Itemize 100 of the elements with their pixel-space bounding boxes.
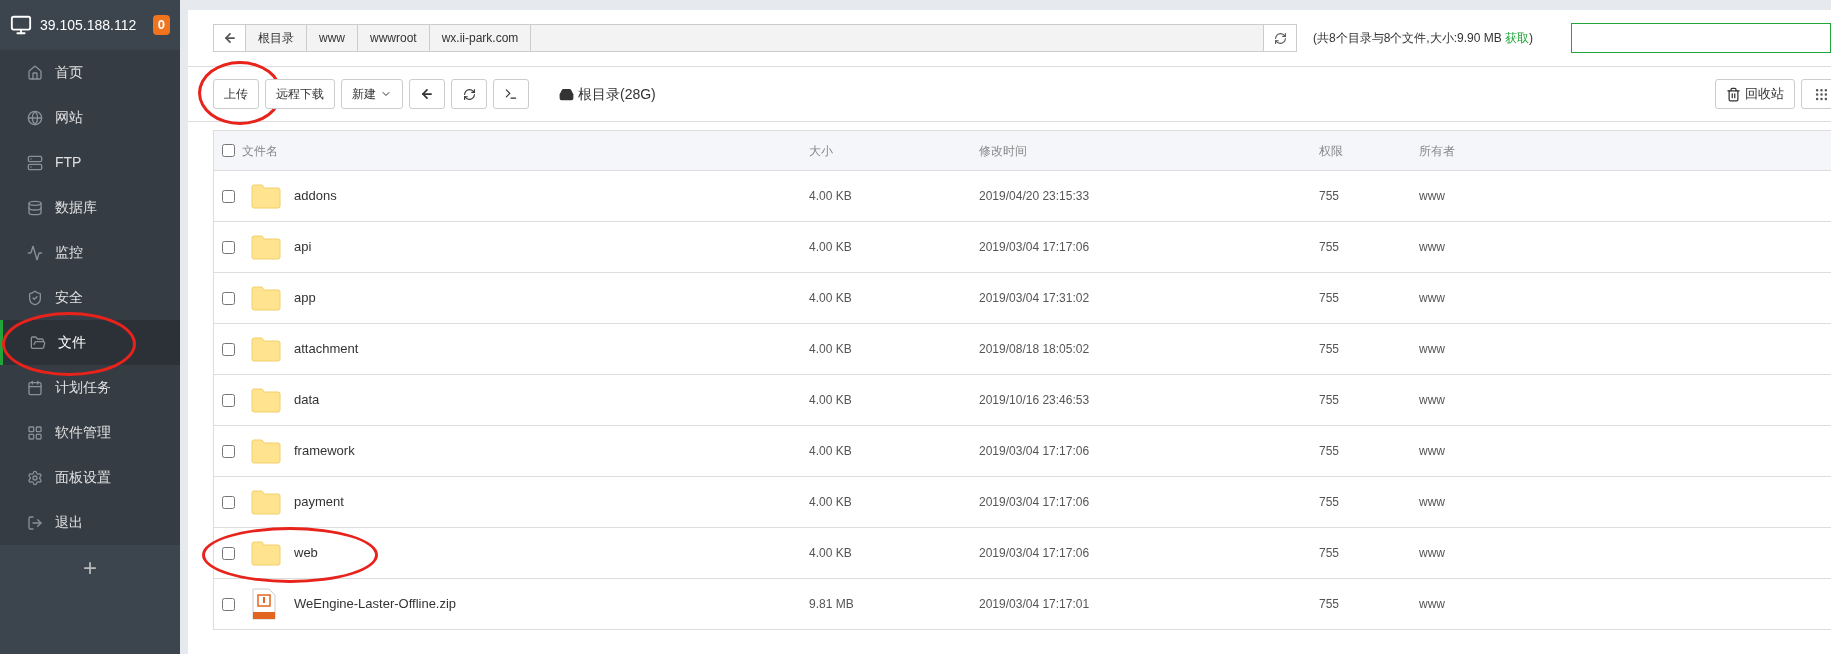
row-checkbox[interactable]	[221, 495, 235, 509]
drive-icon	[559, 86, 574, 102]
table-cell-text: www	[1419, 545, 1446, 562]
table-cell-text: 2019/03/04 17:17:06	[979, 239, 1091, 256]
row-checkbox[interactable]	[221, 291, 235, 305]
table-cell-text: 755	[1319, 494, 1341, 511]
file-name[interactable]: framework	[294, 441, 809, 461]
row-checkbox[interactable]	[221, 597, 235, 611]
table-cell-text: 2019/03/04 17:17:06	[979, 494, 1091, 511]
table-cell-text: 755	[1319, 341, 1341, 358]
trash-icon	[1726, 86, 1741, 102]
file-name[interactable]: web	[294, 543, 809, 563]
sidebar-item[interactable]: 退出	[0, 500, 180, 545]
file-name[interactable]: api	[294, 237, 809, 257]
toolbar-button[interactable]: 上传	[213, 79, 259, 109]
table-cell-text: www	[1419, 188, 1446, 205]
breadcrumb-link[interactable]: 根目录	[246, 25, 307, 51]
folder-icon	[251, 489, 281, 515]
folder-icon	[251, 438, 281, 464]
refresh-icon	[1273, 31, 1287, 45]
column-header: 大小	[809, 142, 834, 160]
table-cell-text: 4.00 KB	[809, 392, 853, 409]
table-cell-text: www	[1419, 239, 1446, 256]
row-checkbox[interactable]	[221, 189, 235, 203]
summary-close: )	[1529, 31, 1534, 45]
sidebar-item[interactable]: 面板设置	[0, 455, 180, 500]
table-cell-text: 4.00 KB	[809, 239, 853, 256]
grid-view-button[interactable]	[1801, 79, 1831, 109]
file-name[interactable]: addons	[294, 186, 809, 206]
table-cell-text: 4.00 KB	[809, 494, 853, 511]
table-cell-text: 755	[1319, 443, 1341, 460]
server-ip: 39.105.188.112	[40, 15, 137, 35]
server-icon	[27, 154, 43, 171]
toolbar-button[interactable]: 远程下载	[265, 79, 335, 109]
table-cell-text: www	[1419, 494, 1446, 511]
table-cell-text: 755	[1319, 596, 1341, 613]
back-icon	[420, 87, 434, 101]
refresh-button[interactable]	[451, 79, 487, 109]
terminal-icon	[504, 87, 518, 101]
sidebar-item[interactable]: 软件管理	[0, 410, 180, 455]
grid-icon	[1813, 86, 1829, 102]
file-name[interactable]: data	[294, 390, 809, 410]
sidebar-item[interactable]: 首页	[0, 50, 180, 95]
folder-icon	[251, 285, 281, 311]
folder-icon	[251, 183, 281, 209]
select-all-checkbox[interactable]	[221, 144, 235, 157]
row-checkbox[interactable]	[221, 444, 235, 458]
row-checkbox[interactable]	[221, 342, 235, 356]
table-cell-text: 755	[1319, 290, 1341, 307]
refresh-button[interactable]	[1263, 25, 1296, 51]
recycle-bin-button[interactable]: 回收站	[1715, 79, 1795, 109]
sidebar-item[interactable]: 网站	[0, 95, 180, 140]
table-cell-text: 2019/08/18 18:05:02	[979, 341, 1091, 358]
table-cell-text: 4.00 KB	[809, 188, 853, 205]
file-name[interactable]: payment	[294, 492, 809, 512]
table-cell-text: www	[1419, 443, 1446, 460]
chart-icon	[27, 244, 43, 261]
new-dropdown-button[interactable]: 新建	[341, 79, 403, 109]
folder-icon	[251, 336, 281, 362]
table-cell-text: 4.00 KB	[809, 341, 853, 358]
sidebar-item[interactable]: FTP	[0, 140, 180, 185]
table-cell-text: 4.00 KB	[809, 290, 853, 307]
file-name[interactable]: app	[294, 288, 809, 308]
globe-icon	[27, 109, 43, 126]
table-cell-text: 2019/03/04 17:17:06	[979, 443, 1091, 460]
breadcrumb-link[interactable]: wwwroot	[358, 25, 430, 51]
disk-label: 根目录(28G)	[578, 84, 656, 104]
file-name[interactable]: attachment	[294, 339, 809, 359]
row-checkbox[interactable]	[221, 240, 235, 254]
sidebar-item[interactable]: 数据库	[0, 185, 180, 230]
table-cell-text: 755	[1319, 392, 1341, 409]
file-name[interactable]: WeEngine-Laster-Offline.zip	[294, 594, 809, 614]
add-button[interactable]: +	[0, 545, 180, 590]
folder-icon	[251, 387, 281, 413]
table-cell-text: 755	[1319, 239, 1341, 256]
notification-badge: 0	[152, 15, 170, 35]
table-cell-text: 755	[1319, 545, 1341, 562]
terminal-button[interactable]	[493, 79, 529, 109]
sidebar-item[interactable]: 文件	[0, 320, 180, 365]
table-cell-text: 2019/04/20 23:15:33	[979, 188, 1091, 205]
sidebar-item[interactable]: 监控	[0, 230, 180, 275]
row-checkbox[interactable]	[221, 546, 235, 560]
breadcrumb-link[interactable]: www	[307, 25, 358, 51]
table-cell-text: 4.00 KB	[809, 443, 853, 460]
search-field[interactable]	[1571, 23, 1831, 53]
sidebar-item[interactable]: 计划任务	[0, 365, 180, 410]
column-header: 修改时间	[979, 142, 1028, 160]
back-button[interactable]	[214, 25, 246, 51]
summary-text: (共8个目录与8个文件,大小:9.90 MB	[1313, 31, 1503, 45]
grid-icon	[27, 424, 43, 441]
table-cell-text: 9.81 MB	[809, 596, 855, 613]
sidebar-item[interactable]: 安全	[0, 275, 180, 320]
table-cell-text: www	[1419, 290, 1446, 307]
table-cell-text: 4.00 KB	[809, 545, 853, 562]
logout-icon	[27, 514, 43, 531]
column-header: 文件名	[242, 142, 279, 160]
breadcrumb-link[interactable]: wx.ii-park.com	[429, 25, 532, 51]
back-button[interactable]	[409, 79, 445, 109]
row-checkbox[interactable]	[221, 393, 235, 407]
table-cell-text: www	[1419, 596, 1446, 613]
